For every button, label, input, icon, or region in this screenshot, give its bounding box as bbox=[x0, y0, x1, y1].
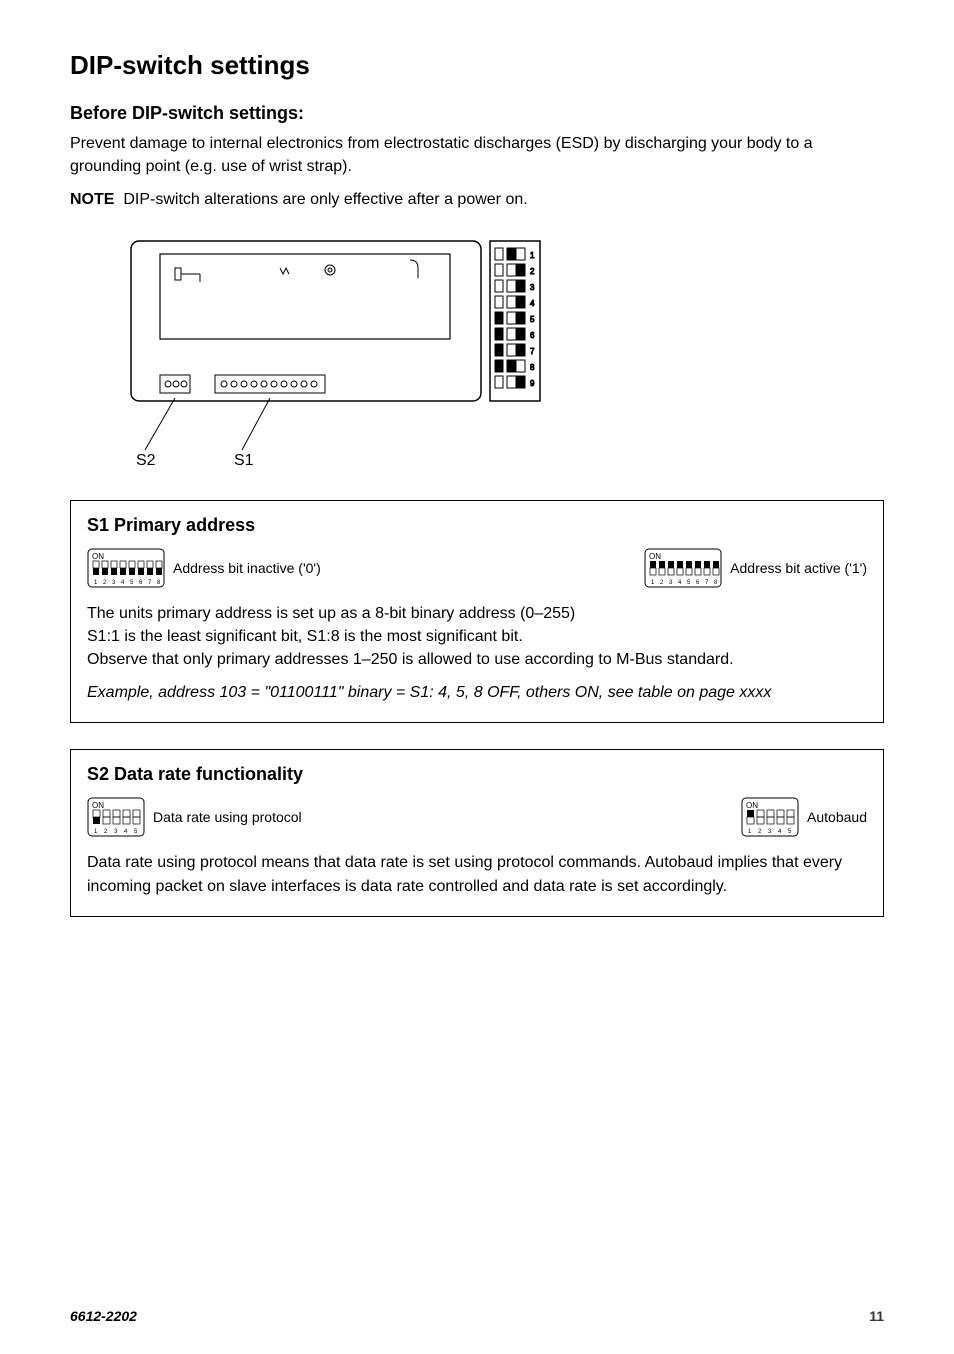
note-text: DIP-switch alterations are only effectiv… bbox=[123, 191, 527, 208]
svg-text:7: 7 bbox=[148, 580, 152, 586]
svg-text:5: 5 bbox=[134, 829, 138, 835]
intro-paragraph: Prevent damage to internal electronics f… bbox=[70, 132, 884, 178]
svg-text:2: 2 bbox=[758, 829, 762, 835]
svg-text:9: 9 bbox=[530, 379, 535, 388]
svg-text:1: 1 bbox=[94, 829, 98, 835]
svg-text:1: 1 bbox=[651, 580, 655, 586]
note-line: NOTE DIP-switch alterations are only eff… bbox=[70, 188, 884, 211]
s1-body-1: The units primary address is set up as a… bbox=[87, 602, 867, 625]
svg-text:8: 8 bbox=[157, 580, 161, 586]
board-diagram: 1 2 3 4 5 6 7 8 9 S2 S1 bbox=[130, 240, 884, 470]
svg-text:5: 5 bbox=[130, 580, 134, 586]
diagram-s1-label: S1 bbox=[234, 452, 254, 469]
s1-inactive-caption: Address bit inactive ('0') bbox=[173, 560, 321, 576]
svg-text:8: 8 bbox=[714, 580, 718, 586]
svg-text:ON: ON bbox=[92, 552, 104, 561]
page-footer: 6612-2202 11 bbox=[70, 1308, 884, 1324]
diagram-s2-label: S2 bbox=[136, 452, 156, 469]
dip8-active-icon: ON 1234 5678 bbox=[644, 548, 722, 588]
svg-text:3: 3 bbox=[530, 283, 535, 292]
s2-box-title: S2 Data rate functionality bbox=[87, 764, 867, 785]
s1-body-3: Observe that only primary addresses 1–25… bbox=[87, 648, 867, 671]
svg-text:5: 5 bbox=[788, 829, 792, 835]
svg-text:1: 1 bbox=[530, 251, 535, 260]
svg-text:3: 3 bbox=[114, 829, 118, 835]
s1-box-title: S1 Primary address bbox=[87, 515, 867, 536]
svg-text:4: 4 bbox=[530, 299, 535, 308]
s2-rate-box: S2 Data rate functionality ON bbox=[70, 749, 884, 916]
svg-text:6: 6 bbox=[696, 580, 700, 586]
svg-text:4: 4 bbox=[121, 580, 125, 586]
svg-text:2: 2 bbox=[104, 829, 108, 835]
svg-text:2: 2 bbox=[660, 580, 664, 586]
svg-text:ON: ON bbox=[649, 552, 661, 561]
dip5-autobaud-icon: ON 123 45 bbox=[741, 797, 799, 837]
page-title: DIP-switch settings bbox=[70, 50, 884, 81]
svg-text:2: 2 bbox=[530, 267, 535, 276]
svg-text:7: 7 bbox=[705, 580, 709, 586]
svg-text:7: 7 bbox=[530, 347, 535, 356]
svg-text:2: 2 bbox=[103, 580, 107, 586]
svg-text:4: 4 bbox=[678, 580, 682, 586]
note-label: NOTE bbox=[70, 191, 114, 208]
svg-text:1: 1 bbox=[94, 580, 98, 586]
svg-text:8: 8 bbox=[530, 363, 535, 372]
s2-protocol-caption: Data rate using protocol bbox=[153, 809, 302, 825]
svg-text:1: 1 bbox=[748, 829, 752, 835]
s1-body-2: S1:1 is the least significant bit, S1:8 … bbox=[87, 625, 867, 648]
svg-text:4: 4 bbox=[778, 829, 782, 835]
svg-text:ON: ON bbox=[92, 801, 104, 810]
page-number: 11 bbox=[869, 1308, 884, 1324]
svg-text:3: 3 bbox=[669, 580, 673, 586]
svg-text:5: 5 bbox=[530, 315, 535, 324]
s2-autobaud-caption: Autobaud bbox=[807, 809, 867, 825]
svg-text:4: 4 bbox=[124, 829, 128, 835]
svg-text:3: 3 bbox=[768, 829, 772, 835]
svg-text:ON: ON bbox=[746, 801, 758, 810]
before-heading: Before DIP-switch settings: bbox=[70, 103, 884, 124]
svg-text:3: 3 bbox=[112, 580, 116, 586]
s1-address-box: S1 Primary address ON bbox=[70, 500, 884, 724]
svg-text:5: 5 bbox=[687, 580, 691, 586]
dip5-protocol-icon: ON 123 45 bbox=[87, 797, 145, 837]
s2-body: Data rate using protocol means that data… bbox=[87, 851, 867, 897]
dip8-inactive-icon: ON 1234 5678 bbox=[87, 548, 165, 588]
svg-text:6: 6 bbox=[139, 580, 143, 586]
s1-example: Example, address 103 = "01100111" binary… bbox=[87, 681, 867, 704]
svg-text:6: 6 bbox=[530, 331, 535, 340]
doc-number: 6612-2202 bbox=[70, 1308, 137, 1324]
s1-active-caption: Address bit active ('1') bbox=[730, 560, 867, 576]
